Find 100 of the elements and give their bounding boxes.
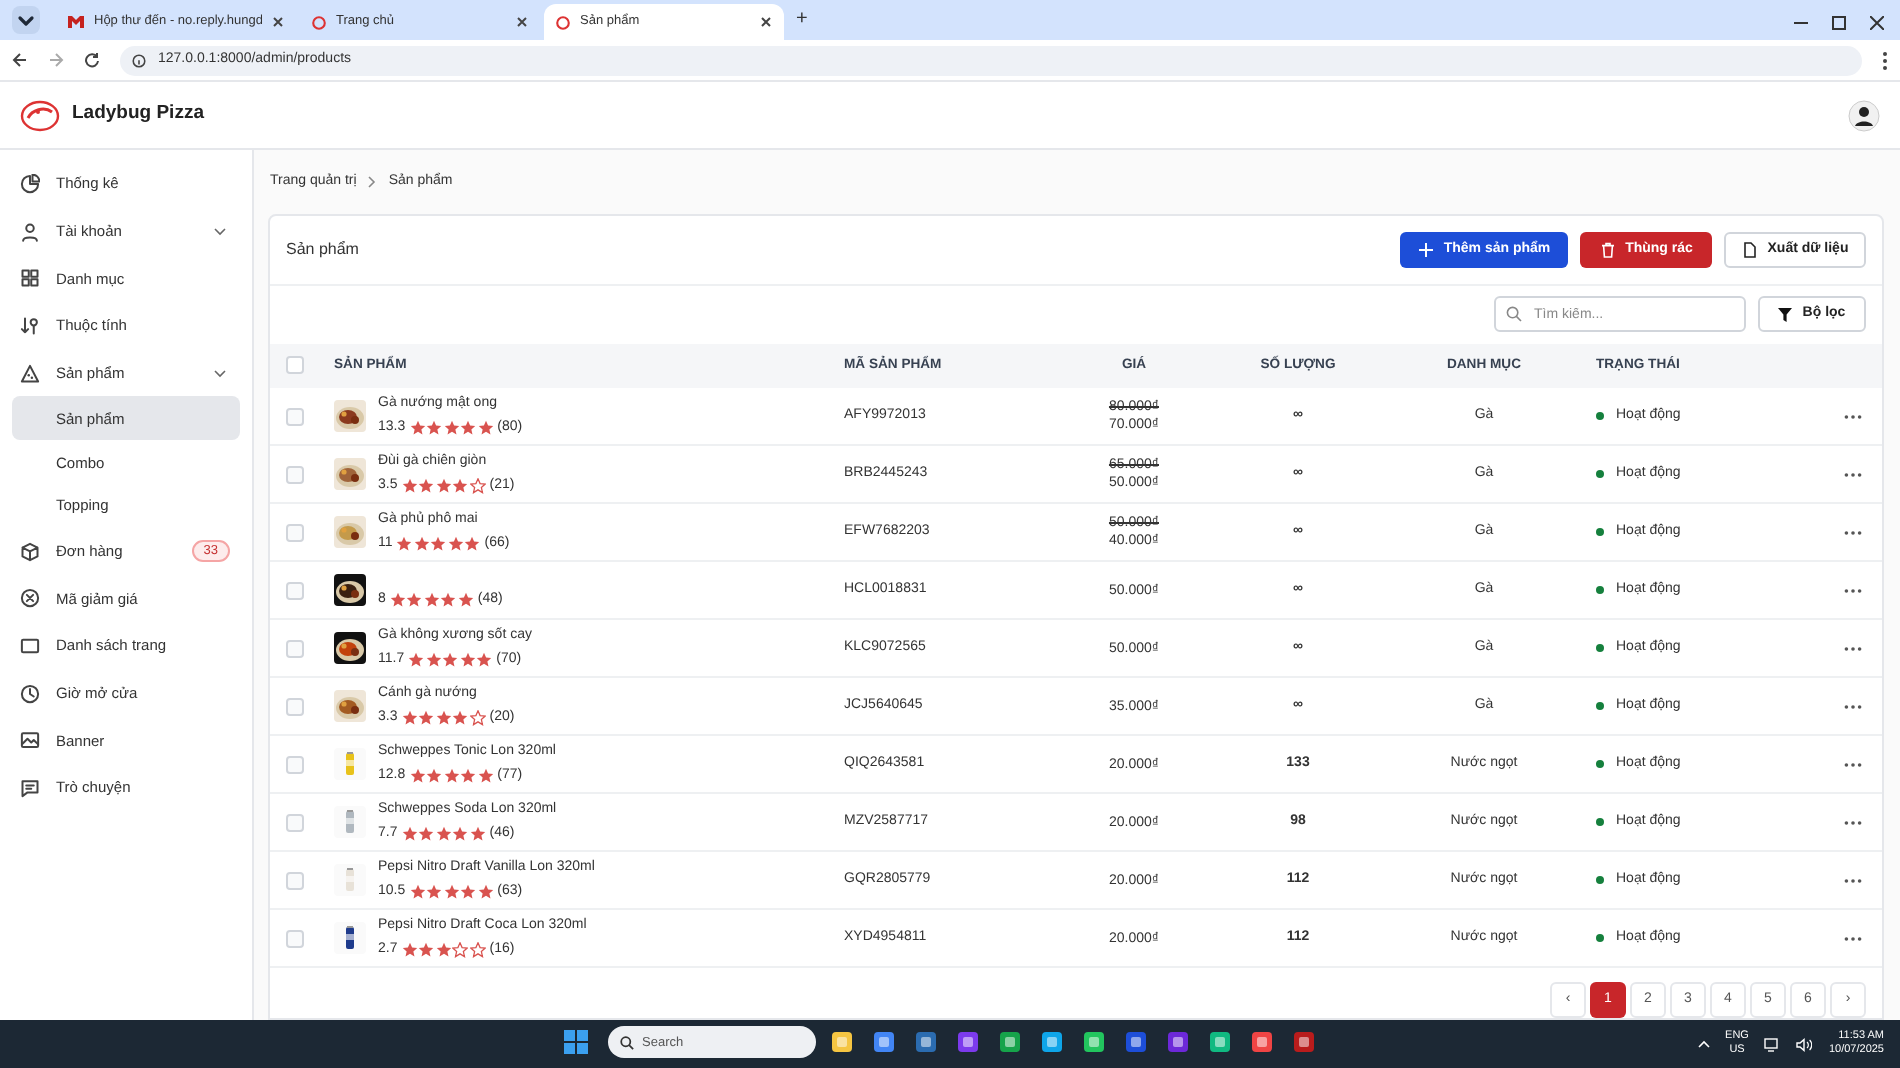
row-checkbox[interactable] xyxy=(286,813,304,832)
star-icon xyxy=(469,825,486,842)
info-icon xyxy=(132,53,146,67)
star-icon xyxy=(452,478,469,495)
app-icon[interactable] xyxy=(1292,1030,1316,1054)
plus-icon xyxy=(1417,241,1434,258)
star-icon xyxy=(464,535,481,552)
star-icon xyxy=(389,592,406,609)
star-icon xyxy=(409,420,426,437)
network-icon[interactable] xyxy=(1764,1037,1781,1051)
app-icon[interactable] xyxy=(830,1030,854,1054)
more-icon[interactable] xyxy=(1843,587,1861,594)
chevron-right-icon xyxy=(368,176,377,188)
select-all-checkbox[interactable] xyxy=(286,356,304,375)
coupon-icon xyxy=(20,588,40,609)
app-icon[interactable] xyxy=(1040,1030,1064,1054)
sort-icon xyxy=(20,315,40,336)
row-checkbox[interactable] xyxy=(286,523,304,542)
star-icon xyxy=(418,825,435,842)
row-checkbox[interactable] xyxy=(286,871,304,890)
reload-icon[interactable] xyxy=(84,52,100,68)
trash-icon xyxy=(1599,241,1616,258)
row-checkbox[interactable] xyxy=(286,465,304,484)
more-icon[interactable] xyxy=(1843,645,1861,652)
close-icon[interactable] xyxy=(760,16,772,28)
star-icon xyxy=(435,478,452,495)
star-icon xyxy=(477,767,494,784)
pizza-logo-icon xyxy=(20,99,60,131)
row-checkbox[interactable] xyxy=(286,407,304,426)
speaker-icon[interactable] xyxy=(1796,1037,1813,1051)
chevron-up-icon[interactable] xyxy=(1697,1040,1710,1048)
close-icon[interactable] xyxy=(516,16,528,28)
row-checkbox[interactable] xyxy=(286,697,304,716)
star-icon xyxy=(409,883,426,900)
more-icon[interactable] xyxy=(1843,877,1861,884)
star-icon xyxy=(452,709,469,726)
back-icon[interactable] xyxy=(12,52,28,68)
more-icon[interactable] xyxy=(1843,819,1861,826)
row-checkbox[interactable] xyxy=(286,929,304,948)
caret-icon[interactable] xyxy=(12,6,40,34)
app-icon[interactable] xyxy=(872,1030,896,1054)
maximize-icon[interactable] xyxy=(1832,15,1846,29)
star-icon xyxy=(460,883,477,900)
star-icon xyxy=(430,535,447,552)
star-icon xyxy=(426,420,443,437)
star-icon xyxy=(457,592,474,609)
star-icon xyxy=(459,651,476,668)
app-icon[interactable] xyxy=(1124,1030,1148,1054)
app-icon[interactable] xyxy=(1208,1030,1232,1054)
star-icon xyxy=(418,709,435,726)
star-icon xyxy=(409,767,426,784)
chevron-down-icon xyxy=(214,227,226,236)
row-checkbox[interactable] xyxy=(286,581,304,600)
star-icon xyxy=(477,420,494,437)
star-icon xyxy=(426,883,443,900)
mail-icon xyxy=(68,16,84,28)
app-icon[interactable] xyxy=(956,1030,980,1054)
app-icon[interactable] xyxy=(1250,1030,1274,1054)
chevron-down-icon xyxy=(214,369,226,378)
card-title: Sản phẩm xyxy=(286,237,359,262)
app-icon[interactable] xyxy=(1082,1030,1106,1054)
row-checkbox[interactable] xyxy=(286,755,304,774)
star-icon xyxy=(408,651,425,668)
kebab-menu-icon[interactable] xyxy=(1882,51,1888,69)
star-icon xyxy=(396,535,413,552)
more-icon[interactable] xyxy=(1843,703,1861,710)
funnel-icon xyxy=(1778,307,1793,322)
more-icon[interactable] xyxy=(1843,761,1861,768)
star-icon xyxy=(477,883,494,900)
star-icon xyxy=(443,767,460,784)
close-icon[interactable] xyxy=(272,16,284,28)
app-icon[interactable] xyxy=(998,1030,1022,1054)
new-tab-button[interactable]: + xyxy=(788,4,816,40)
star-icon xyxy=(423,592,440,609)
more-icon[interactable] xyxy=(1843,935,1861,942)
star-icon xyxy=(426,767,443,784)
star-icon xyxy=(476,651,493,668)
star-icon xyxy=(401,825,418,842)
star-icon xyxy=(435,709,452,726)
star-icon xyxy=(425,651,442,668)
empty-star-icon xyxy=(469,941,486,958)
search-icon xyxy=(1506,306,1522,323)
star-icon xyxy=(440,592,457,609)
row-checkbox[interactable] xyxy=(286,639,304,658)
more-icon[interactable] xyxy=(1843,413,1861,420)
star-icon xyxy=(401,478,418,495)
image-icon xyxy=(20,730,40,751)
search-icon xyxy=(620,1035,634,1049)
chat-icon xyxy=(20,778,40,799)
avatar-icon[interactable] xyxy=(1848,99,1880,131)
app-icon[interactable] xyxy=(1166,1030,1190,1054)
close-icon[interactable] xyxy=(1870,15,1884,29)
more-icon[interactable] xyxy=(1843,529,1861,536)
windows-logo-icon[interactable] xyxy=(562,1028,590,1056)
app-icon[interactable] xyxy=(914,1030,938,1054)
star-icon xyxy=(401,709,418,726)
star-icon xyxy=(460,420,477,437)
more-icon[interactable] xyxy=(1843,471,1861,478)
star-icon xyxy=(443,420,460,437)
brand-name: Ladybug Pizza xyxy=(72,100,204,129)
